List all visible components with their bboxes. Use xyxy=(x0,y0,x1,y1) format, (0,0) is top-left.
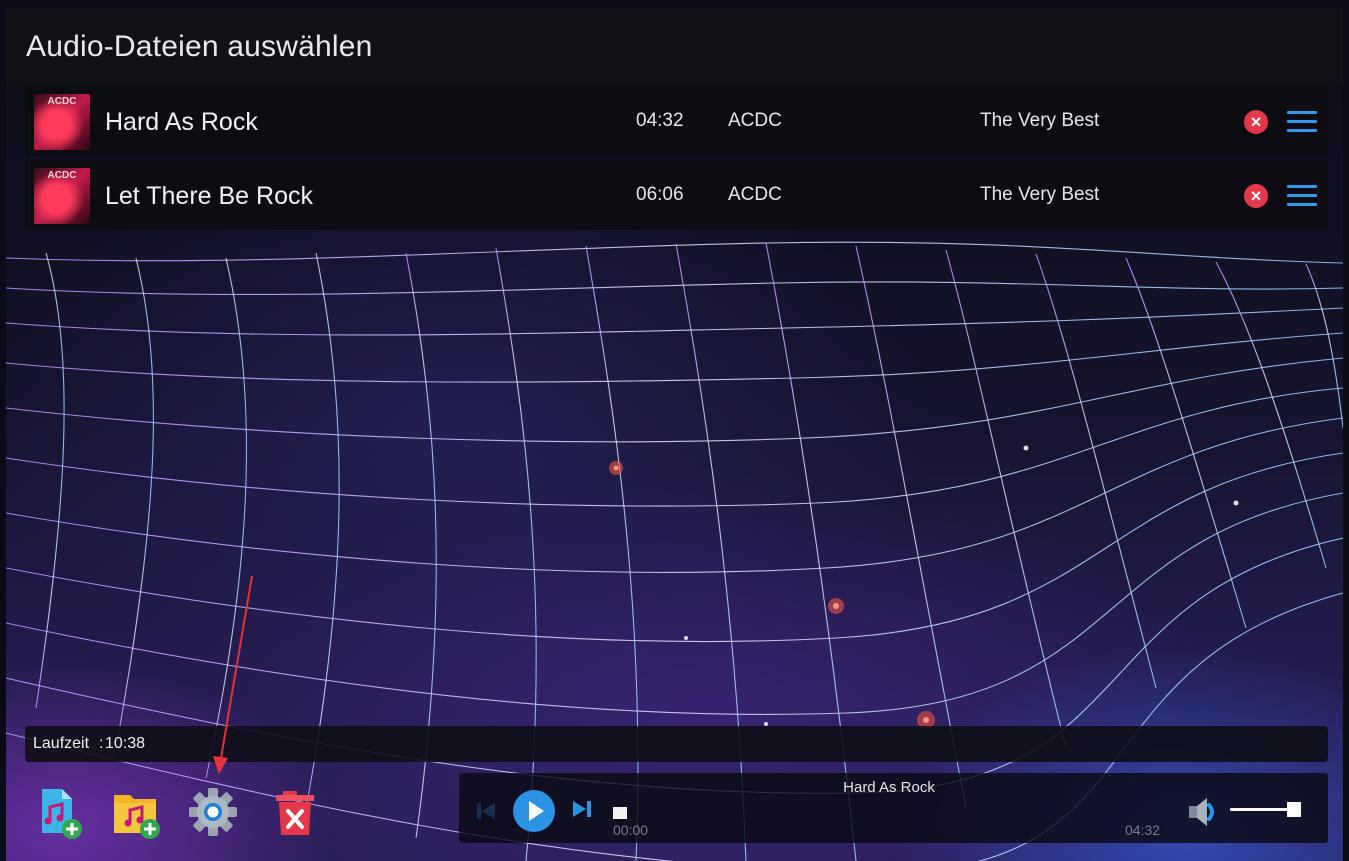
settings-button[interactable] xyxy=(188,783,238,841)
skip-previous-icon xyxy=(477,803,495,819)
track-artist: ACDC xyxy=(728,110,782,131)
remove-track-button[interactable]: × xyxy=(1244,110,1268,134)
title-bar: Audio-Dateien auswählen xyxy=(6,8,1343,86)
runtime-status-bar: Laufzeit : 10:38 xyxy=(25,726,1328,762)
track-artist: ACDC xyxy=(728,184,782,205)
next-track-button[interactable] xyxy=(569,797,595,821)
runtime-label: Laufzeit xyxy=(33,735,90,752)
track-album: The Very Best xyxy=(980,110,1100,131)
add-file-button[interactable] xyxy=(36,783,86,841)
runtime-separator: : xyxy=(99,735,104,752)
gear-icon xyxy=(189,788,237,836)
page-title: Audio-Dateien auswählen xyxy=(26,30,373,63)
close-icon: × xyxy=(1250,112,1262,132)
add-folder-icon xyxy=(114,795,160,839)
album-cover-logo: ACDC xyxy=(47,170,77,181)
app-window: Audio-Dateien auswählen ACDC Hard As Roc… xyxy=(6,8,1343,861)
runtime-value: 10:38 xyxy=(105,735,146,752)
media-player-bar: Hard As Rock 00:00 04:32 xyxy=(459,773,1328,843)
delete-list-icon xyxy=(276,791,314,835)
progress-slider-thumb[interactable] xyxy=(613,807,627,819)
track-album: The Very Best xyxy=(980,184,1100,205)
reorder-handle-icon[interactable] xyxy=(1287,111,1317,133)
current-time: 00:00 xyxy=(613,822,649,838)
now-playing-title: Hard As Rock xyxy=(843,779,935,796)
album-cover-logo: ACDC xyxy=(47,96,77,107)
album-cover: ACDC xyxy=(34,94,90,150)
total-time: 04:32 xyxy=(1125,822,1161,838)
volume-slider[interactable] xyxy=(1230,798,1306,822)
play-button[interactable] xyxy=(513,790,555,832)
track-duration: 06:06 xyxy=(636,184,684,205)
clear-list-button[interactable] xyxy=(270,783,320,841)
add-audio-file-icon xyxy=(42,789,82,839)
volume-button[interactable] xyxy=(1185,795,1225,829)
play-icon xyxy=(529,801,544,821)
volume-slider-track xyxy=(1230,808,1294,811)
remove-track-button[interactable]: × xyxy=(1244,184,1268,208)
speaker-icon xyxy=(1189,798,1214,826)
track-title: Let There Be Rock xyxy=(105,182,313,210)
skip-next-icon xyxy=(573,801,591,817)
track-row[interactable]: ACDC Hard As Rock 04:32 ACDC The Very Be… xyxy=(25,86,1328,156)
volume-slider-thumb[interactable] xyxy=(1287,802,1301,817)
add-folder-button[interactable] xyxy=(112,783,162,841)
album-cover: ACDC xyxy=(34,168,90,224)
track-duration: 04:32 xyxy=(636,110,684,131)
track-title: Hard As Rock xyxy=(105,108,258,136)
close-icon: × xyxy=(1250,186,1262,206)
reorder-handle-icon[interactable] xyxy=(1287,185,1317,207)
track-row[interactable]: ACDC Let There Be Rock 06:06 ACDC The Ve… xyxy=(25,160,1328,230)
previous-track-button[interactable] xyxy=(473,799,499,823)
